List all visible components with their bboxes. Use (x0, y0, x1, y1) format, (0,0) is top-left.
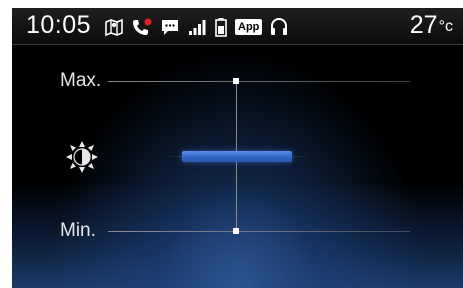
headset-icon (269, 17, 289, 37)
battery-icon (214, 17, 228, 37)
max-label: Max. (60, 70, 102, 91)
screen: 10:05 App 27°c Max. Min. (12, 8, 463, 288)
map-book-icon (104, 17, 124, 37)
clock: 10:05 (26, 11, 92, 39)
slider-max-node (233, 78, 239, 84)
slider-min-node (233, 228, 239, 234)
app-icon: App (235, 19, 263, 35)
temperature-value: 27 (409, 11, 438, 39)
brightness-level-handle[interactable] (182, 150, 292, 162)
message-icon (160, 17, 180, 37)
min-label: Min. (60, 220, 96, 241)
temperature-unit: °c (438, 18, 453, 35)
phone-missed-call-icon (131, 17, 153, 37)
signal-strength-icon (187, 17, 207, 37)
max-line (108, 81, 410, 82)
min-line (108, 231, 410, 232)
status-icons: App (104, 15, 296, 39)
app-badge: App (235, 19, 263, 35)
outside-temperature: 27°c (410, 11, 453, 40)
display-frame: 10:05 App 27°c Max. Min. (0, 0, 463, 288)
status-bar: 10:05 App 27°c (12, 8, 463, 45)
brightness-icon (64, 139, 100, 175)
